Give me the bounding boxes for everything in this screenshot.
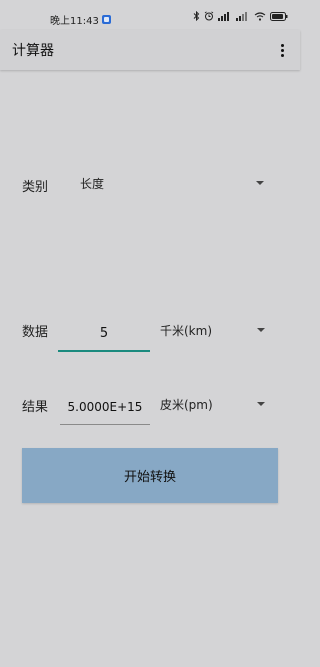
- signal-icon: [218, 11, 229, 21]
- status-icons: [193, 11, 288, 21]
- convert-button[interactable]: 开始转换: [22, 448, 278, 503]
- alarm-icon: [204, 11, 214, 21]
- dropdown-arrow-icon: [257, 328, 265, 332]
- dropdown-arrow-icon: [257, 402, 265, 406]
- to-unit-selected: 皮米(pm): [160, 397, 213, 412]
- app-notification-icon: [101, 15, 111, 24]
- wifi-icon: [254, 11, 266, 21]
- from-unit-spinner[interactable]: 千米(km): [160, 316, 270, 344]
- status-time: 晚上11:43: [50, 16, 99, 27]
- app-bar: 计算器: [0, 30, 300, 70]
- to-unit-spinner[interactable]: 皮米(pm): [160, 390, 270, 418]
- from-unit-selected: 千米(km): [160, 323, 213, 338]
- data-input[interactable]: [58, 316, 150, 352]
- overflow-menu-icon[interactable]: [272, 39, 292, 61]
- app-title: 计算器: [12, 43, 54, 59]
- battery-icon: [270, 11, 288, 21]
- signal-icon-2: [236, 11, 247, 21]
- category-spinner[interactable]: 长度: [80, 169, 270, 197]
- result-field[interactable]: [60, 390, 150, 425]
- data-label: 数据: [22, 325, 49, 340]
- category-selected: 长度: [80, 176, 105, 191]
- result-label: 结果: [22, 400, 49, 415]
- dropdown-arrow-icon: [256, 181, 264, 185]
- bluetooth-icon: [193, 11, 200, 21]
- category-label: 类别: [22, 180, 49, 195]
